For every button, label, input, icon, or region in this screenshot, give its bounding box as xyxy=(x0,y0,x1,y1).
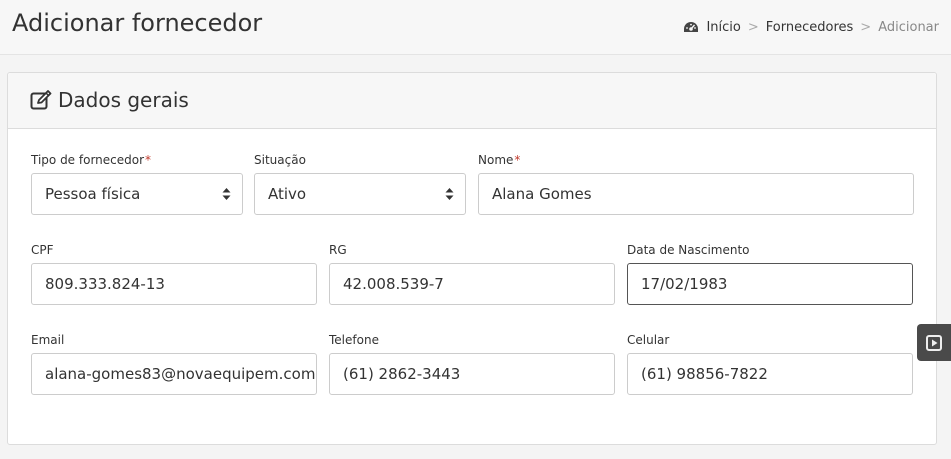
cpf-input[interactable]: 809.333.824-13 xyxy=(31,263,317,305)
edit-icon xyxy=(30,90,52,110)
breadcrumb-home-link[interactable]: Início xyxy=(706,20,740,35)
status-field: Situação Ativo xyxy=(254,152,466,215)
phone-input[interactable]: (61) 2862-3443 xyxy=(329,353,615,395)
birth-date-value: 17/02/1983 xyxy=(641,275,728,293)
breadcrumb: Início > Fornecedores > Adicionar xyxy=(683,20,939,35)
phone-field: Telefone (61) 2862-3443 xyxy=(329,332,615,395)
email-label: Email xyxy=(31,333,65,347)
required-marker: * xyxy=(145,153,152,167)
phone-value: (61) 2862-3443 xyxy=(343,365,461,383)
email-input[interactable]: alana-gomes83@novaequipem.com.br xyxy=(31,353,317,395)
supplier-type-field: Tipo de fornecedor* Pessoa física xyxy=(31,152,243,215)
email-value: alana-gomes83@novaequipem.com.br xyxy=(45,365,317,383)
birth-date-input[interactable]: 17/02/1983 xyxy=(627,263,913,305)
side-panel-toggle[interactable] xyxy=(917,324,951,361)
general-data-card: Dados gerais Tipo de fornecedor* Pessoa … xyxy=(7,72,937,445)
rg-value: 42.008.539-7 xyxy=(343,275,444,293)
rg-label: RG xyxy=(329,243,347,257)
birth-date-field: Data de Nascimento 17/02/1983 xyxy=(627,242,913,305)
page-title: Adicionar fornecedor xyxy=(12,9,263,37)
cpf-label: CPF xyxy=(31,243,54,257)
cpf-value: 809.333.824-13 xyxy=(45,275,165,293)
status-label: Situação xyxy=(254,153,306,167)
required-marker: * xyxy=(514,153,521,167)
mobile-field: Celular (61) 98856-7822 xyxy=(627,332,913,395)
breadcrumb-current: Adicionar xyxy=(878,20,939,35)
birth-date-label: Data de Nascimento xyxy=(627,243,750,257)
page-header: Adicionar fornecedor Início > Fornecedor… xyxy=(0,0,951,55)
play-square-icon xyxy=(926,334,942,351)
mobile-value: (61) 98856-7822 xyxy=(641,365,768,383)
dashboard-icon xyxy=(684,22,699,32)
supplier-type-value: Pessoa física xyxy=(45,185,141,203)
name-field: Nome* Alana Gomes xyxy=(478,152,914,215)
select-arrows-icon xyxy=(445,188,454,200)
rg-input[interactable]: 42.008.539-7 xyxy=(329,263,615,305)
supplier-type-label: Tipo de fornecedor* xyxy=(31,153,152,167)
mobile-input[interactable]: (61) 98856-7822 xyxy=(627,353,913,395)
rg-field: RG 42.008.539-7 xyxy=(329,242,615,305)
card-header: Dados gerais xyxy=(8,73,936,129)
cpf-field: CPF 809.333.824-13 xyxy=(31,242,317,305)
name-value: Alana Gomes xyxy=(492,185,592,203)
breadcrumb-separator: > xyxy=(747,20,759,35)
phone-label: Telefone xyxy=(329,333,379,347)
status-value: Ativo xyxy=(268,185,307,203)
card-title: Dados gerais xyxy=(30,88,189,112)
email-field: Email alana-gomes83@novaequipem.com.br xyxy=(31,332,317,395)
supplier-type-select[interactable]: Pessoa física xyxy=(31,173,243,215)
card-title-text: Dados gerais xyxy=(58,88,189,112)
name-input[interactable]: Alana Gomes xyxy=(478,173,914,215)
select-arrows-icon xyxy=(222,188,231,200)
status-select[interactable]: Ativo xyxy=(254,173,466,215)
mobile-label: Celular xyxy=(627,333,670,347)
breadcrumb-separator: > xyxy=(860,20,872,35)
name-label: Nome* xyxy=(478,153,521,167)
breadcrumb-suppliers-link[interactable]: Fornecedores xyxy=(766,20,854,35)
